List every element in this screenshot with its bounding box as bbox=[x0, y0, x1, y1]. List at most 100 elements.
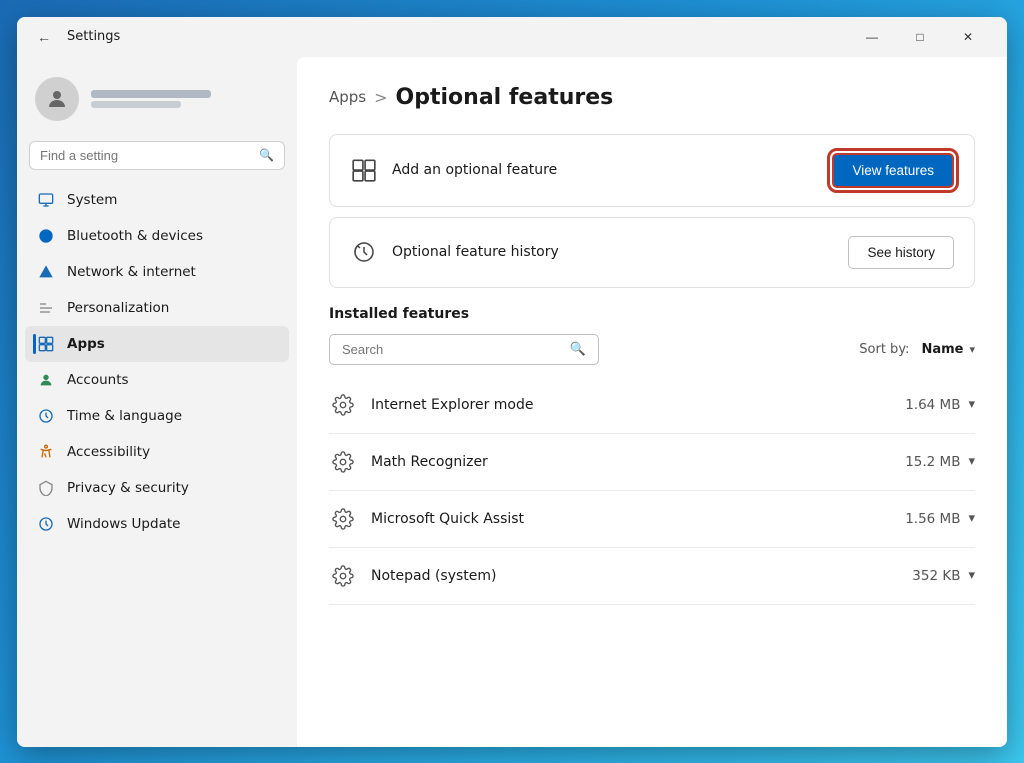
feature-row-left-3: Notepad (system) bbox=[329, 562, 496, 590]
feature-row-left-0: Internet Explorer mode bbox=[329, 391, 533, 419]
sidebar-item-system[interactable]: System bbox=[25, 182, 289, 218]
feature-row-left-1: Math Recognizer bbox=[329, 448, 488, 476]
sidebar-item-accounts[interactable]: Accounts bbox=[25, 362, 289, 398]
feature-history-label: Optional feature history bbox=[392, 244, 559, 260]
find-setting-search[interactable]: 🔍 bbox=[29, 141, 285, 170]
view-features-button[interactable]: View features bbox=[832, 153, 954, 188]
sidebar-item-label-apps: Apps bbox=[67, 336, 105, 352]
feature-row-right-1: 15.2 MB ▾ bbox=[905, 454, 975, 470]
sidebar-item-update[interactable]: Windows Update bbox=[25, 506, 289, 542]
feature-expand-icon-3[interactable]: ▾ bbox=[968, 568, 975, 583]
apps-icon bbox=[37, 335, 55, 353]
installed-search-icon: 🔍 bbox=[570, 342, 586, 357]
breadcrumb-separator: > bbox=[374, 88, 387, 107]
installed-search-input[interactable] bbox=[342, 342, 562, 357]
close-button[interactable]: ✕ bbox=[945, 21, 991, 53]
privacy-icon bbox=[37, 479, 55, 497]
breadcrumb-apps[interactable]: Apps bbox=[329, 88, 366, 106]
system-icon bbox=[37, 191, 55, 209]
add-feature-left: Add an optional feature bbox=[350, 156, 557, 184]
sidebar-item-label-accounts: Accounts bbox=[67, 372, 129, 388]
minimize-button[interactable]: — bbox=[849, 21, 895, 53]
title-bar: ← Settings — □ ✕ bbox=[17, 17, 1007, 57]
installed-search-box[interactable]: 🔍 bbox=[329, 334, 599, 365]
title-bar-left: ← Settings bbox=[33, 25, 120, 49]
user-name bbox=[91, 90, 211, 98]
user-section bbox=[25, 69, 289, 137]
sidebar-item-label-privacy: Privacy & security bbox=[67, 480, 189, 496]
feature-row: Microsoft Quick Assist 1.56 MB ▾ bbox=[329, 491, 975, 548]
user-info bbox=[91, 90, 211, 108]
settings-window: ← Settings — □ ✕ bbox=[17, 17, 1007, 747]
breadcrumb-current: Optional features bbox=[396, 85, 614, 110]
sidebar-item-label-personalization: Personalization bbox=[67, 300, 169, 316]
sidebar-item-label-accessibility: Accessibility bbox=[67, 444, 150, 460]
find-setting-input[interactable] bbox=[40, 148, 251, 163]
sidebar-item-personalization[interactable]: Personalization bbox=[25, 290, 289, 326]
sidebar-item-label-update: Windows Update bbox=[67, 516, 180, 532]
sidebar-item-label-network: Network & internet bbox=[67, 264, 196, 280]
main-content: Apps > Optional features Add an opt bbox=[297, 57, 1007, 747]
content-area: 🔍 System B Bluetooth & devices Network &… bbox=[17, 57, 1007, 747]
avatar bbox=[35, 77, 79, 121]
sidebar-item-time[interactable]: Time & language bbox=[25, 398, 289, 434]
back-button[interactable]: ← bbox=[33, 25, 55, 49]
feature-expand-icon-1[interactable]: ▾ bbox=[968, 454, 975, 469]
feature-size-3: 352 KB bbox=[912, 568, 960, 584]
update-icon bbox=[37, 515, 55, 533]
window-title: Settings bbox=[67, 29, 120, 44]
feature-size-0: 1.64 MB bbox=[905, 397, 960, 413]
sidebar-item-bluetooth[interactable]: B Bluetooth & devices bbox=[25, 218, 289, 254]
sidebar-item-label-time: Time & language bbox=[67, 408, 182, 424]
sidebar: 🔍 System B Bluetooth & devices Network &… bbox=[17, 57, 297, 747]
add-feature-icon bbox=[350, 156, 378, 184]
feature-size-2: 1.56 MB bbox=[905, 511, 960, 527]
installed-features-header: 🔍 Sort by: Name ▾ bbox=[329, 334, 975, 365]
feature-row-right-2: 1.56 MB ▾ bbox=[905, 511, 975, 527]
feature-name-1: Math Recognizer bbox=[371, 454, 488, 470]
maximize-button[interactable]: □ bbox=[897, 21, 943, 53]
svg-text:B: B bbox=[43, 231, 48, 240]
sort-control[interactable]: Sort by: Name ▾ bbox=[859, 342, 975, 357]
feature-gear-icon-0 bbox=[329, 391, 357, 419]
network-icon bbox=[37, 263, 55, 281]
sidebar-item-network[interactable]: Network & internet bbox=[25, 254, 289, 290]
feature-name-2: Microsoft Quick Assist bbox=[371, 511, 524, 527]
history-left: Optional feature history bbox=[350, 238, 559, 266]
feature-expand-icon-2[interactable]: ▾ bbox=[968, 511, 975, 526]
accounts-icon bbox=[37, 371, 55, 389]
sidebar-item-accessibility[interactable]: Accessibility bbox=[25, 434, 289, 470]
feature-gear-icon-3 bbox=[329, 562, 357, 590]
installed-features-title: Installed features bbox=[329, 306, 975, 322]
feature-row-left-2: Microsoft Quick Assist bbox=[329, 505, 524, 533]
add-feature-label: Add an optional feature bbox=[392, 162, 557, 178]
user-email bbox=[91, 101, 181, 108]
sidebar-item-apps[interactable]: Apps bbox=[25, 326, 289, 362]
feature-rows: Internet Explorer mode 1.64 MB ▾ Math Re… bbox=[329, 377, 975, 605]
feature-gear-icon-1 bbox=[329, 448, 357, 476]
sort-value: Name bbox=[921, 342, 963, 357]
feature-row: Internet Explorer mode 1.64 MB ▾ bbox=[329, 377, 975, 434]
bluetooth-icon: B bbox=[37, 227, 55, 245]
sidebar-item-label-bluetooth: Bluetooth & devices bbox=[67, 228, 203, 244]
see-history-button[interactable]: See history bbox=[848, 236, 954, 269]
feature-name-0: Internet Explorer mode bbox=[371, 397, 533, 413]
feature-expand-icon-0[interactable]: ▾ bbox=[968, 397, 975, 412]
sidebar-item-privacy[interactable]: Privacy & security bbox=[25, 470, 289, 506]
feature-row: Math Recognizer 15.2 MB ▾ bbox=[329, 434, 975, 491]
feature-row-right-0: 1.64 MB ▾ bbox=[905, 397, 975, 413]
feature-name-3: Notepad (system) bbox=[371, 568, 496, 584]
time-icon bbox=[37, 407, 55, 425]
feature-size-1: 15.2 MB bbox=[905, 454, 960, 470]
sort-chevron-icon: ▾ bbox=[969, 343, 975, 356]
feature-gear-icon-2 bbox=[329, 505, 357, 533]
breadcrumb: Apps > Optional features bbox=[329, 85, 975, 110]
sort-by-label: Sort by: bbox=[859, 342, 909, 357]
nav-items: System B Bluetooth & devices Network & i… bbox=[25, 182, 289, 542]
accessibility-icon bbox=[37, 443, 55, 461]
sidebar-item-label-system: System bbox=[67, 192, 117, 208]
add-optional-feature-card: Add an optional feature View features bbox=[329, 134, 975, 207]
personalization-icon bbox=[37, 299, 55, 317]
feature-row-right-3: 352 KB ▾ bbox=[912, 568, 975, 584]
search-icon: 🔍 bbox=[259, 148, 274, 162]
